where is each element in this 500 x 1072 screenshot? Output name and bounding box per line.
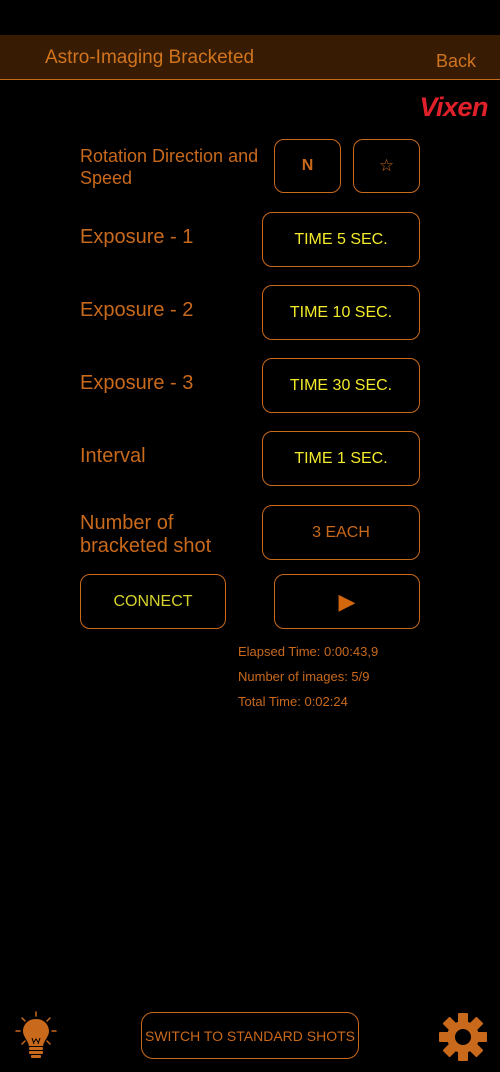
interval-label: Interval — [80, 445, 146, 467]
exposure-2-button[interactable]: TIME 10 SEC. — [262, 285, 420, 340]
connect-label: CONNECT — [113, 592, 193, 610]
app-header: Astro-Imaging Bracketed Back — [0, 35, 500, 80]
connect-button[interactable]: CONNECT — [80, 574, 226, 629]
rotation-direction-value: N — [301, 157, 314, 174]
switch-label: SWITCH TO STANDARD SHOTS — [144, 1027, 355, 1044]
bracketed-label: Number of bracketed shot — [80, 512, 212, 557]
bracketed-shots-button[interactable]: 3 EACH — [262, 505, 420, 560]
bracketed-value: 3 EACH — [312, 523, 370, 541]
back-button[interactable]: Back — [436, 51, 476, 72]
page-title: Astro-Imaging Bracketed — [45, 47, 255, 68]
rotation-direction-button[interactable]: N — [274, 139, 341, 193]
exposure-1-button[interactable]: TIME 5 SEC. — [262, 212, 420, 267]
total-time: Total Time: 0:02:24 — [238, 694, 348, 709]
gear-icon[interactable] — [438, 1012, 488, 1062]
play-button[interactable]: ▶ — [274, 574, 420, 629]
exposure-2-value: TIME 10 SEC. — [289, 303, 393, 321]
exposure-3-button[interactable]: TIME 30 SEC. — [262, 358, 420, 413]
exposure-2-label: Exposure - 2 — [80, 299, 194, 321]
elapsed-time: Elapsed Time: 0:00:43,9 — [238, 644, 379, 659]
exposure-1-label: Exposure - 1 — [80, 226, 194, 248]
play-icon: ▶ — [338, 588, 356, 614]
number-of-images: Number of images: 5/9 — [238, 669, 370, 684]
star-icon: ☆ — [378, 156, 395, 175]
rotation-speed-button[interactable]: ☆ — [353, 139, 420, 193]
interval-button[interactable]: TIME 1 SEC. — [262, 431, 420, 486]
vixen-logo: Vixen — [419, 92, 488, 122]
interval-value: TIME 1 SEC. — [294, 449, 388, 467]
lightbulb-icon[interactable] — [14, 1010, 60, 1062]
exposure-3-label: Exposure - 3 — [80, 372, 194, 394]
rotation-label: Rotation Direction and Speed — [80, 146, 259, 188]
exposure-1-value: TIME 5 SEC. — [294, 230, 388, 248]
exposure-3-value: TIME 30 SEC. — [289, 376, 393, 394]
switch-to-standard-shots-button[interactable]: SWITCH TO STANDARD SHOTS — [141, 1012, 359, 1059]
